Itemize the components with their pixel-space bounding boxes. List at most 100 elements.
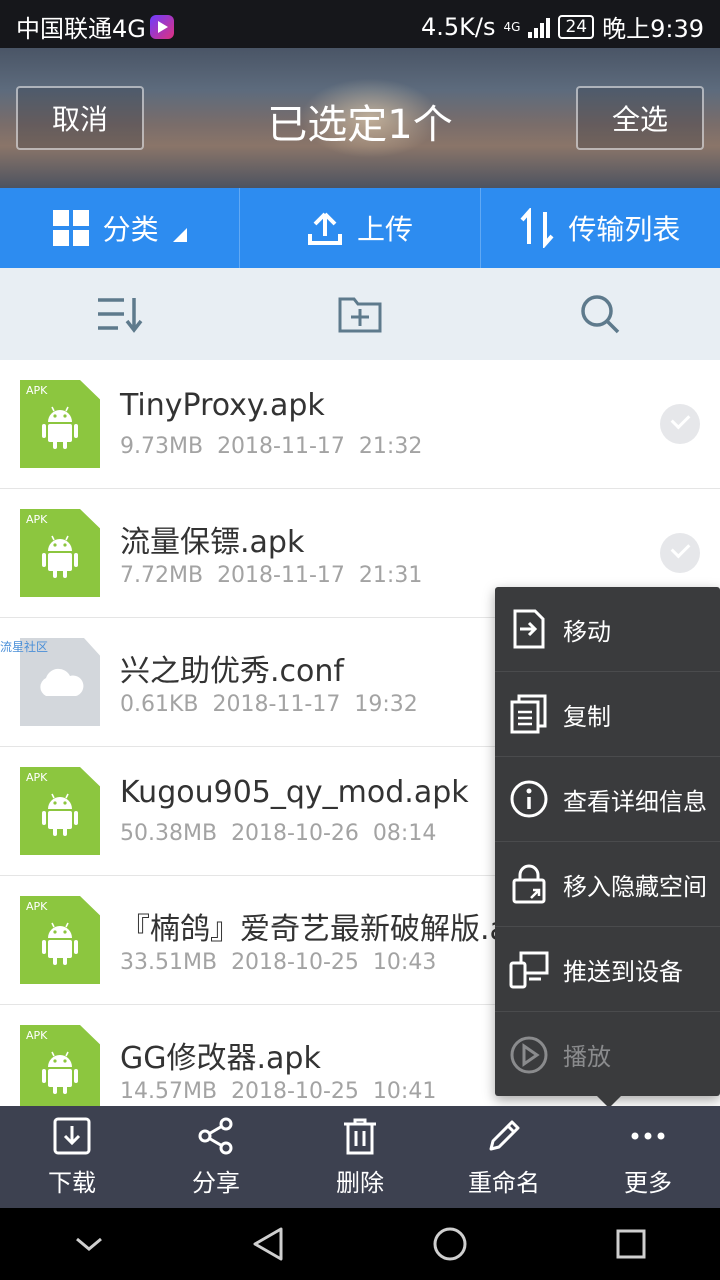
file-name: 兴之助优秀.conf — [120, 654, 344, 689]
new-folder-button[interactable] — [240, 268, 480, 360]
apk-label: APK — [26, 513, 48, 526]
file-date: 2018-10-26 — [231, 821, 359, 846]
action-label: 重命名 — [468, 1168, 540, 1197]
file-size: 33.51MB — [120, 950, 218, 975]
file-name: GG修改器.apk — [120, 1041, 321, 1076]
tab-upload[interactable]: 上传 — [240, 188, 481, 268]
toolbar — [0, 268, 720, 360]
file-meta: 0.61KB 2018-11-17 19:32 — [120, 692, 418, 717]
dropdown-triangle-icon — [172, 228, 187, 242]
menu-item-move[interactable]: 移动 — [495, 587, 720, 672]
more-icon — [631, 1132, 665, 1139]
copy-icon — [510, 694, 547, 734]
file-size: 14.57MB — [120, 1079, 218, 1104]
apk-label: APK — [26, 384, 48, 397]
file-date: 2018-11-17 — [212, 692, 341, 717]
action-label: 下载 — [48, 1168, 96, 1197]
file-time: 21:31 — [358, 563, 423, 588]
file-name: TinyProxy.apk — [120, 388, 325, 423]
file-date: 2018-11-17 — [217, 434, 345, 459]
pencil-icon — [489, 1120, 520, 1150]
more-button[interactable]: 更多 — [576, 1106, 720, 1208]
recents-icon[interactable] — [615, 1228, 647, 1260]
search-button[interactable] — [480, 268, 720, 360]
download-icon — [53, 1117, 91, 1154]
rename-button[interactable]: 重命名 — [432, 1106, 576, 1208]
action-label: 分享 — [192, 1168, 240, 1197]
action-bar: 下载 分享 删除 重命名 更多 — [0, 1106, 720, 1208]
hide-keyboard-icon[interactable] — [74, 1234, 104, 1254]
menu-item-hidden-space[interactable]: 移入隐藏空间 — [495, 842, 720, 927]
action-label: 删除 — [336, 1168, 384, 1197]
action-label: 更多 — [624, 1168, 672, 1197]
trash-icon — [344, 1118, 376, 1154]
lock-icon — [512, 864, 546, 904]
menu-item-push-device[interactable]: 推送到设备 — [495, 927, 720, 1012]
upload-icon — [307, 212, 342, 245]
back-icon[interactable] — [251, 1226, 285, 1262]
status-bar: 中国联通4G 4.5K/s 4G 24 晚上9:39 — [0, 0, 720, 48]
tab-transfer-list[interactable]: 传输列表 — [481, 188, 720, 268]
download-button[interactable]: 下载 — [0, 1106, 144, 1208]
system-nav-bar — [0, 1208, 720, 1280]
watermark-text: 流星社区 — [0, 640, 49, 654]
new-folder-icon — [338, 297, 382, 333]
home-icon[interactable] — [432, 1226, 468, 1262]
transfer-icon — [520, 208, 554, 248]
header: 取消 已选定1个 全选 — [0, 48, 720, 188]
file-row[interactable]: APK TinyProxy.apk 9.73MB 2018-11-17 21:32 — [0, 360, 720, 489]
file-size: 0.61KB — [120, 692, 199, 717]
select-checkbox[interactable] — [660, 533, 700, 573]
menu-item-details[interactable]: 查看详细信息 — [495, 757, 720, 842]
menu-item-play[interactable]: 播放 — [495, 1012, 720, 1097]
more-menu: 移动 复制 查看详细信息 移入隐藏空间 推送到设备 播放 — [495, 587, 720, 1096]
file-meta: 33.51MB 2018-10-25 10:43 — [120, 950, 436, 975]
tab-label: 上传 — [356, 213, 413, 246]
move-icon — [513, 609, 545, 649]
video-app-icon — [149, 14, 174, 39]
file-name: 『楠鸽』爱奇艺最新破解版.apk — [120, 912, 545, 947]
share-button[interactable]: 分享 — [144, 1106, 288, 1208]
battery-icon: 24 — [558, 14, 595, 39]
select-checkbox[interactable] — [660, 404, 700, 444]
search-icon — [581, 295, 620, 334]
play-icon — [510, 1036, 548, 1073]
grid-icon — [52, 210, 89, 246]
tab-bar: 分类 上传 传输列表 — [0, 188, 720, 268]
apk-file-icon: APK — [20, 509, 100, 597]
file-time: 19:32 — [354, 692, 418, 717]
clock: 晚上9:39 — [602, 15, 704, 43]
file-date: 2018-10-25 — [231, 1079, 359, 1104]
file-time: 21:32 — [358, 434, 423, 459]
sort-button[interactable] — [0, 268, 240, 360]
carrier-label: 中国联通4G — [16, 15, 146, 43]
apk-label: APK — [26, 1029, 48, 1042]
info-icon — [510, 780, 548, 818]
apk-file-icon: APK — [20, 896, 100, 984]
network-type: 4G — [503, 19, 521, 34]
apk-file-icon: APK — [20, 767, 100, 855]
tab-label: 分类 — [102, 213, 159, 246]
file-name: 流量保镖.apk — [120, 525, 305, 560]
apk-file-icon: APK — [20, 380, 100, 468]
devices-icon — [509, 951, 549, 989]
sort-icon — [98, 298, 143, 333]
delete-button[interactable]: 删除 — [288, 1106, 432, 1208]
file-meta: 50.38MB 2018-10-26 08:14 — [120, 821, 436, 846]
file-size: 50.38MB — [120, 821, 218, 846]
menu-item-label: 移动 — [563, 617, 611, 646]
signal-icon — [528, 16, 551, 38]
file-name: Kugou905_qy_mod.apk — [120, 775, 469, 810]
file-size: 9.73MB — [120, 434, 204, 459]
tab-category[interactable]: 分类 — [0, 188, 241, 268]
menu-item-copy[interactable]: 复制 — [495, 672, 720, 757]
file-meta: 9.73MB 2018-11-17 21:32 — [120, 434, 422, 459]
network-speed: 4.5K/s — [421, 12, 496, 41]
file-meta: 7.72MB 2018-11-17 21:31 — [120, 563, 422, 588]
tab-label: 传输列表 — [568, 213, 681, 246]
menu-item-label: 播放 — [563, 1043, 611, 1071]
file-time: 08:14 — [372, 821, 437, 846]
menu-item-label: 查看详细信息 — [563, 787, 707, 816]
apk-file-icon: APK — [20, 1025, 100, 1106]
select-all-button[interactable]: 全选 — [576, 86, 704, 150]
